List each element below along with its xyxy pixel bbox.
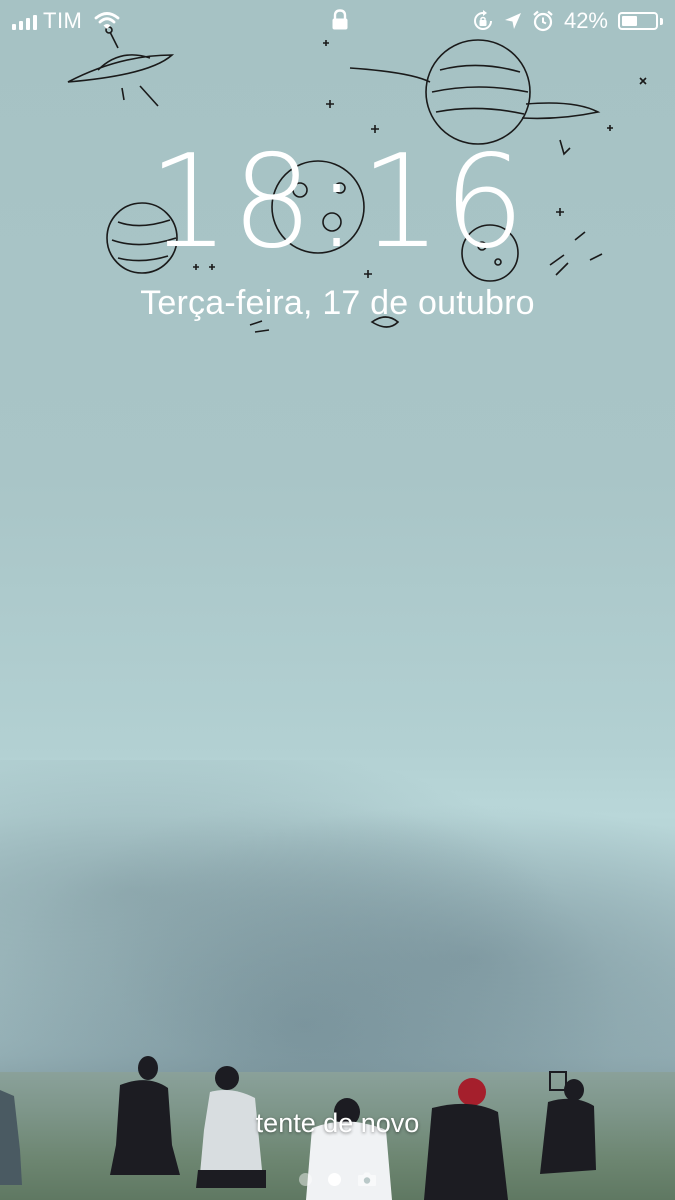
wallpaper-clouds: [0, 760, 675, 1090]
battery-percent: 42%: [563, 8, 608, 33]
page-dot-active[interactable]: [327, 1172, 341, 1186]
unlock-message[interactable]: tente de novo: [0, 1108, 675, 1139]
page-indicator[interactable]: [0, 1171, 675, 1187]
alarm-icon: [533, 10, 553, 32]
wifi-icon: [94, 12, 120, 29]
lock-screen-date: Terça-feira, 17 de outubro: [140, 284, 535, 322]
lock-screen-time: 18:16: [148, 128, 527, 277]
location-arrow-icon: [504, 13, 521, 29]
lock-icon: [332, 9, 348, 30]
carrier-label: TIM: [43, 8, 83, 33]
page-dot[interactable]: [298, 1172, 312, 1186]
status-bar: TIM 42%: [0, 0, 675, 42]
battery-icon: [618, 12, 663, 30]
rotation-lock-icon: [473, 10, 492, 30]
camera-icon[interactable]: [357, 1171, 377, 1187]
signal-icon: [12, 12, 37, 30]
